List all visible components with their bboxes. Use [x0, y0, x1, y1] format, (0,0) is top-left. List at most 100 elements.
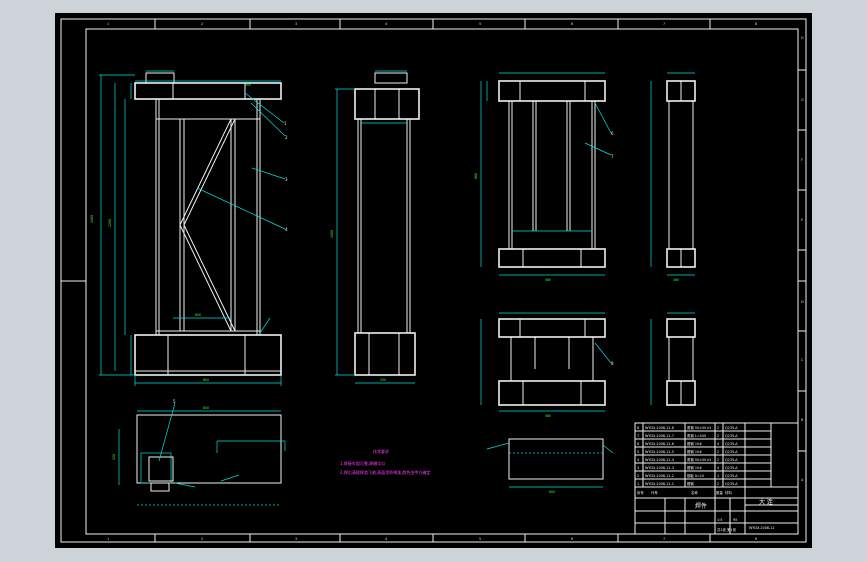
- bom-header-qty: 数量: [716, 490, 723, 495]
- notes-line-1: 1.焊接牢固可靠,焊缝均匀: [340, 460, 385, 466]
- bom-cell: 2: [717, 458, 719, 462]
- bom-cell: 槽钢 10#: [687, 449, 702, 454]
- bom-cell: 2: [717, 482, 719, 486]
- bom-cell: Q235-A: [725, 458, 738, 462]
- zone-label: H: [801, 36, 804, 40]
- bom-cell: 6: [637, 442, 639, 446]
- zone-label: A: [801, 478, 804, 482]
- weight: 95: [733, 518, 737, 522]
- bom-header-name: 名称: [691, 490, 698, 495]
- bom-cell: Q235-A: [725, 482, 738, 486]
- bom-header-code: 代号: [651, 490, 658, 495]
- balloon: 8: [611, 361, 614, 366]
- side-view: [354, 72, 420, 376]
- bom-cell: 2: [717, 426, 719, 430]
- zone-label: 8: [755, 22, 757, 26]
- bom-cell: 槽钢 10#: [687, 465, 702, 470]
- zone-label: 6: [571, 537, 573, 541]
- zone-label: 1: [107, 22, 109, 26]
- dim-text: 800: [203, 378, 209, 382]
- bom-cell: 8: [637, 426, 639, 430]
- bom-cell: WYDX-2008-12-4: [645, 458, 674, 462]
- balloon: 6: [611, 131, 614, 136]
- part-name: 焊件: [695, 502, 707, 510]
- zone-label: 8: [755, 537, 757, 541]
- bom-cell: Q235-A: [725, 442, 738, 446]
- notes-line-2: 2.焊后清理焊渣飞溅,表面涂防锈漆,颜色由甲方确定: [340, 469, 430, 475]
- front-view: [134, 72, 282, 376]
- zone-label: 3: [295, 22, 297, 26]
- bom-cell: Q235-A: [725, 434, 738, 438]
- detail-side-upper: [666, 80, 696, 268]
- detail-bottom: [486, 438, 614, 488]
- bom-cell: WYDX-2008-12-7: [645, 434, 674, 438]
- bom-cell: 7: [637, 434, 639, 438]
- zone-ticks: [154, 19, 711, 542]
- bom-cell: WYDX-2008-12-2: [645, 474, 674, 478]
- notes-heading: 技术要求: [373, 448, 389, 454]
- dim-text: 420: [112, 454, 116, 460]
- bom-cell: 角钢 50×50×5: [687, 457, 711, 462]
- bom-cell: Q235-A: [725, 450, 738, 454]
- bom-cell: Q235-A: [725, 466, 738, 470]
- balloon: 5: [173, 399, 176, 404]
- bom-cell: WYDX-2008-12-6: [645, 442, 674, 446]
- bom-cell: WYDX-2008-12-3: [645, 466, 674, 470]
- zone-label: C: [801, 358, 804, 362]
- bom-cell: 钢板 δ=10: [687, 473, 704, 478]
- scale: 1:5: [717, 518, 722, 522]
- zone-label: 5: [479, 22, 481, 26]
- dim-text: 580: [545, 278, 551, 282]
- drawing-canvas: 1 2 3 4 5 6 7 8 1 2 3 4 5 6 7 8 H G F E …: [55, 13, 812, 548]
- plan-view: [118, 402, 286, 506]
- zone-label: D: [801, 300, 804, 304]
- zone-label: 4: [385, 22, 387, 26]
- bom-cell: 槽钢: [687, 481, 694, 486]
- zone-label: G: [801, 98, 804, 102]
- dim-text: 160: [673, 278, 679, 282]
- zone-label: 2: [201, 537, 203, 541]
- balloon: 1: [284, 121, 287, 126]
- zone-label: 5: [479, 537, 481, 541]
- bom-cell: 3: [637, 466, 639, 470]
- detail-front-lower: [498, 318, 606, 406]
- dim-text: 600: [549, 490, 555, 494]
- zone-label: E: [801, 218, 803, 222]
- cad-drawing: 1 2 3 4 5 6 7 8 1 2 3 4 5 6 7 8 H G F E …: [60, 18, 807, 543]
- sheet: 共1张 第1张: [717, 527, 737, 532]
- detail-front-upper: [498, 80, 606, 268]
- bom-header-material: 材料: [725, 490, 732, 495]
- bom-cell: 1: [717, 474, 719, 478]
- dim-text: 860: [474, 173, 478, 179]
- zone-label: 7: [663, 537, 665, 541]
- zone-label: 4: [385, 537, 387, 541]
- bom-cell: 2: [717, 434, 719, 438]
- bom-cell: 5: [637, 450, 639, 454]
- drawing-number: WYDX-2008-12: [749, 526, 775, 530]
- bom-cell: WYDX-2008-12-8: [645, 426, 674, 430]
- zone-label: 7: [663, 22, 665, 26]
- dim-text: 1400: [330, 230, 334, 238]
- bom-cell: WYDX-2008-12-5: [645, 450, 674, 454]
- balloon: 2: [285, 135, 288, 140]
- detail-side-lower: [666, 318, 696, 406]
- bom-cell: 4: [717, 466, 719, 470]
- dim-text: 1480: [90, 215, 94, 223]
- bom-cell: 1: [637, 482, 639, 486]
- dim-text: 500: [245, 83, 251, 87]
- zone-label: 6: [571, 22, 573, 26]
- bom-cell: 2: [637, 474, 639, 478]
- balloon: 4: [285, 227, 288, 232]
- dim-text: 800: [195, 313, 201, 317]
- zone-label: F: [801, 158, 803, 162]
- bom-cell: 4: [637, 458, 639, 462]
- bom-cell: Q235-A: [725, 426, 738, 430]
- bom-cell: 4: [717, 442, 719, 446]
- bom-cell: Q235-A: [725, 474, 738, 478]
- bom-cell: WYDX-2008-12-1: [645, 482, 674, 486]
- bom-cell: 2: [717, 450, 719, 454]
- bom-header-no: 序号: [637, 490, 644, 495]
- balloon: 3: [285, 177, 288, 182]
- balloon: 7: [611, 154, 614, 159]
- dim-text: 1200: [108, 219, 112, 227]
